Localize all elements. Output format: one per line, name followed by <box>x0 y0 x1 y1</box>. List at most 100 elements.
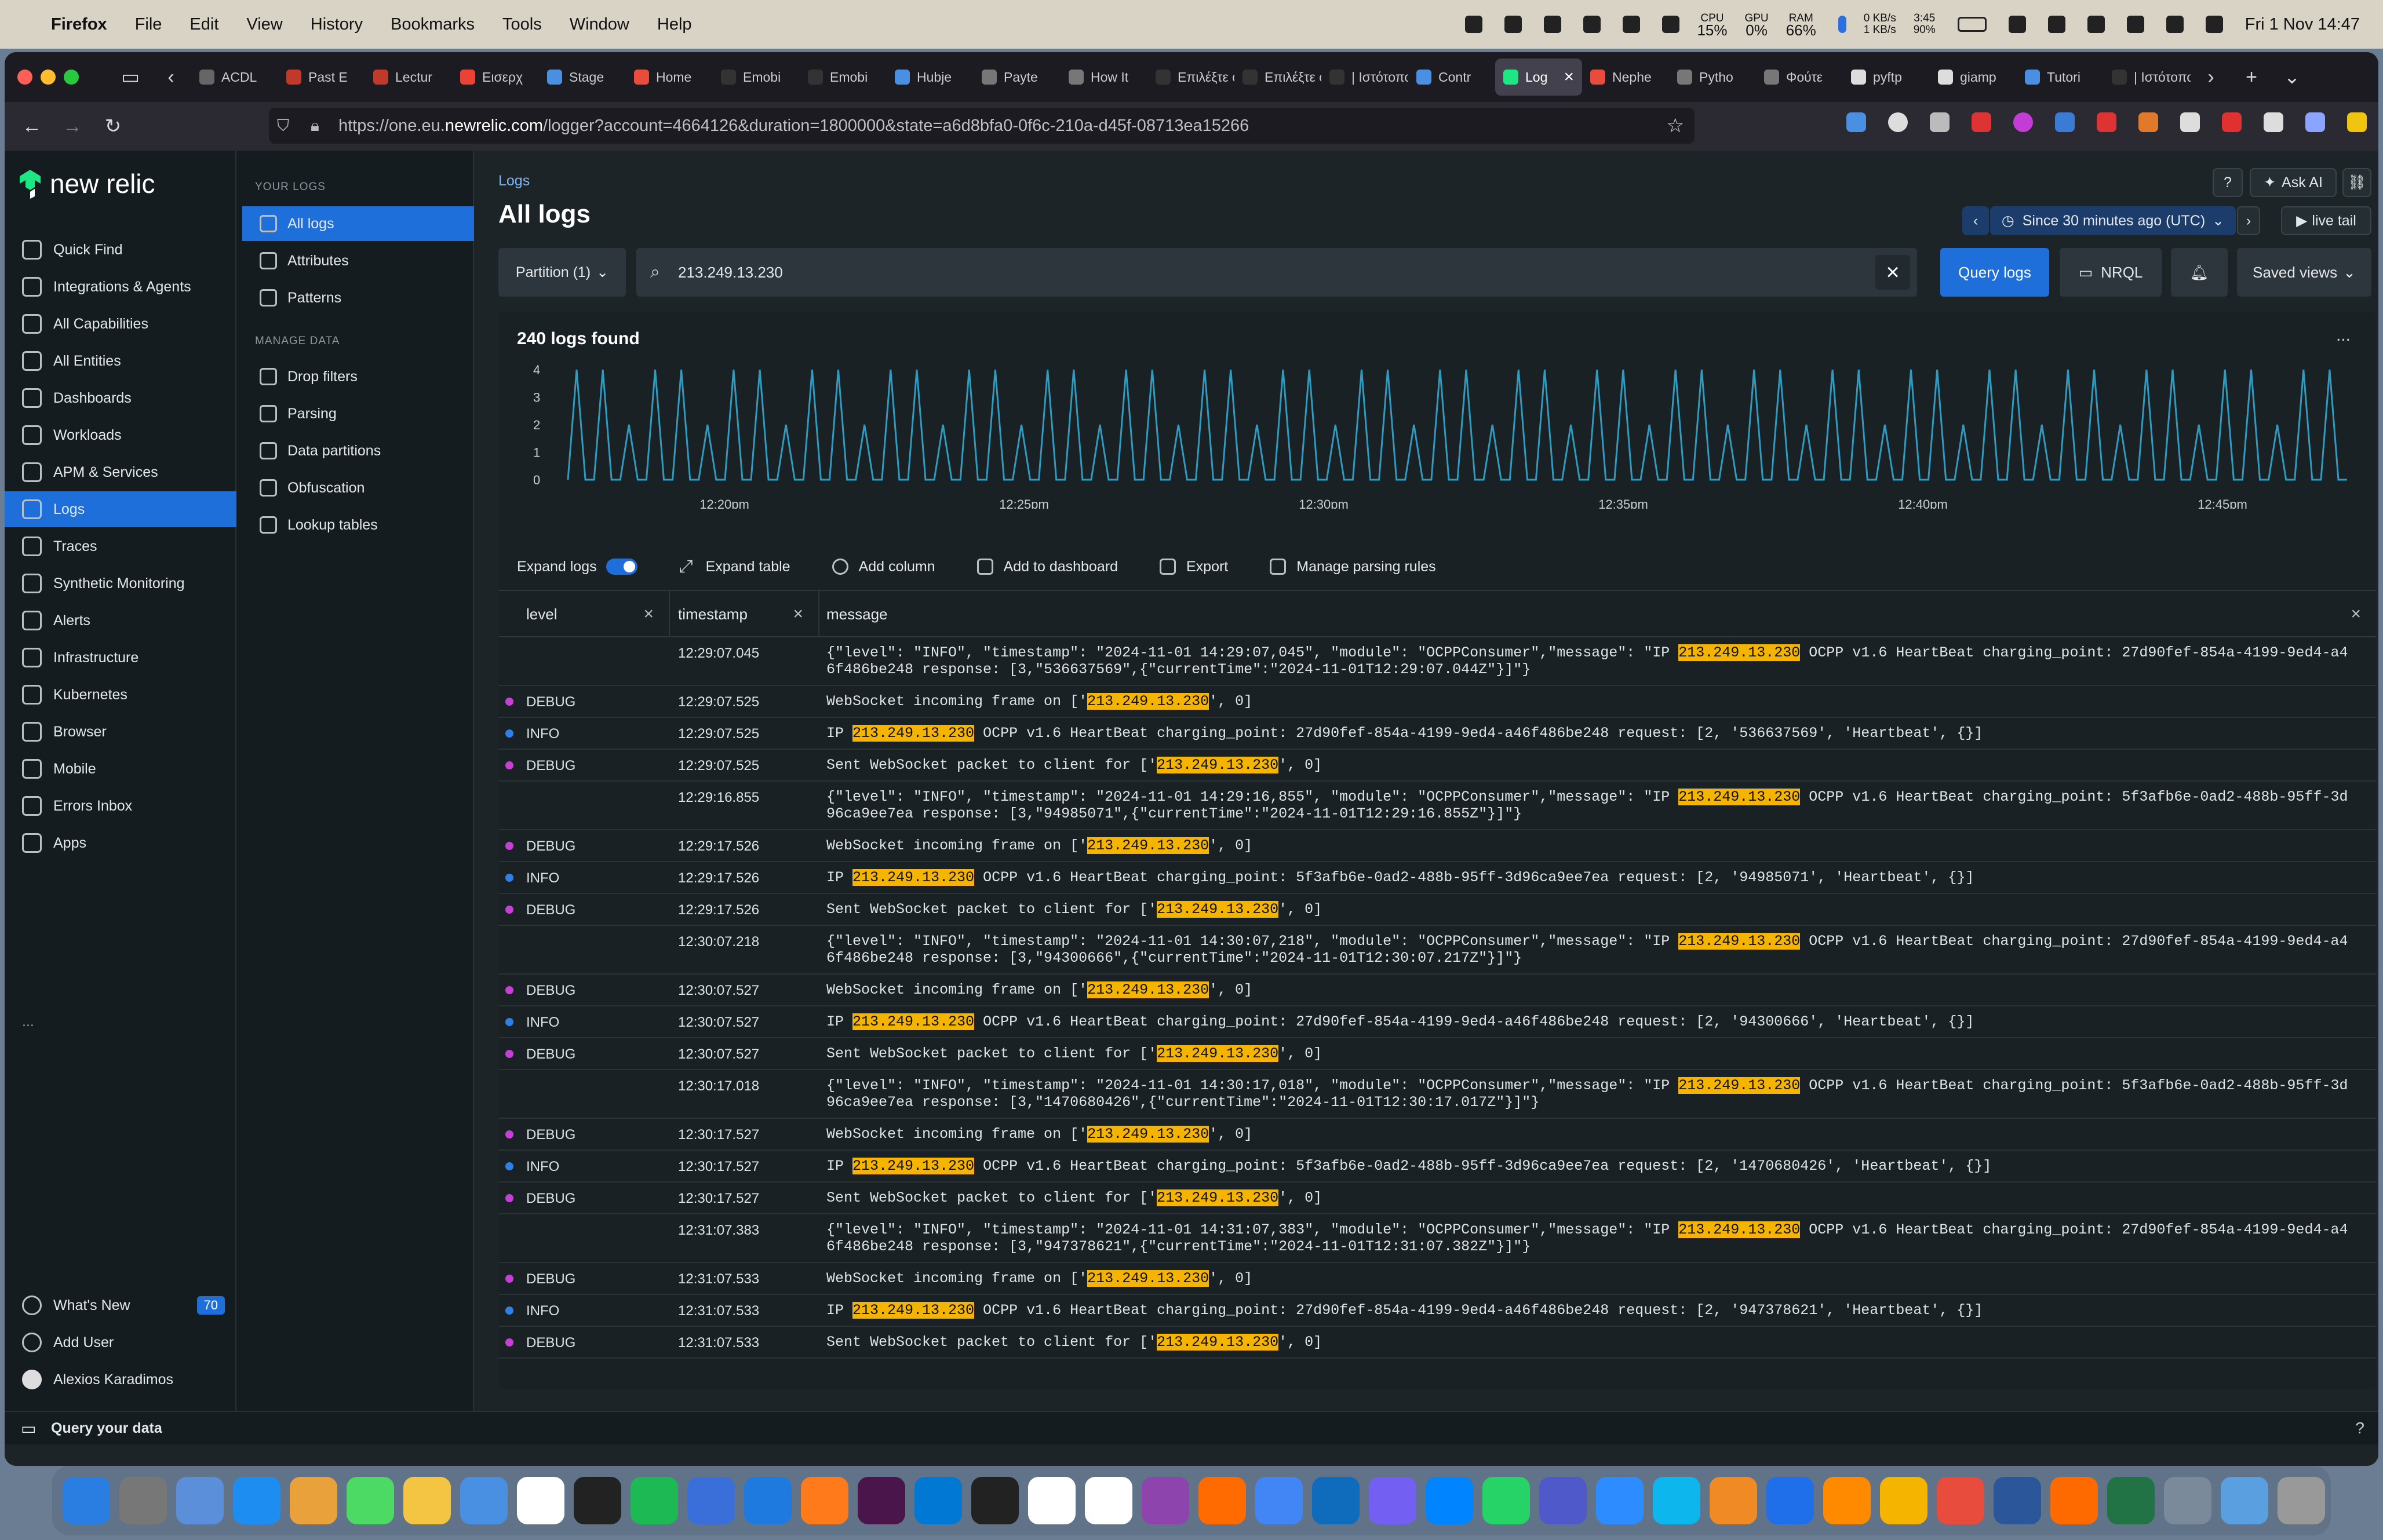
dock-app-icon[interactable] <box>687 1477 735 1524</box>
remove-column-icon[interactable]: × <box>2351 604 2361 624</box>
nav-item-traces[interactable]: Traces <box>5 528 236 564</box>
time-range-picker[interactable]: ◷ Since 30 minutes ago (UTC) ⌄ <box>1990 206 2236 235</box>
more-options-icon[interactable]: ... <box>2336 326 2351 345</box>
bookmark-star-icon[interactable]: ☆ <box>1667 114 1684 137</box>
alert-bell-button[interactable]: 🔔︎ <box>2171 248 2228 297</box>
browser-tab[interactable]: | Ιστότοπο <box>1321 59 1408 96</box>
dock-app-icon[interactable] <box>744 1477 792 1524</box>
dock-app-icon[interactable] <box>1994 1477 2041 1524</box>
nav-add-user[interactable]: Add User <box>5 1324 236 1360</box>
nav-item-logs[interactable]: Logs <box>5 491 236 527</box>
dock-app-icon[interactable] <box>1937 1477 1984 1524</box>
query-your-data-bar[interactable]: ▭ Query your data ? <box>5 1411 2378 1444</box>
network-meter[interactable]: 0 KB/s 1 KB/s <box>1864 13 1896 36</box>
nav-item-synthetic-monitoring[interactable]: Synthetic Monitoring <box>5 565 236 601</box>
log-row[interactable]: 12:29:16.855 {"level": "INFO", "timestamp… <box>498 782 2376 830</box>
wifi-icon[interactable] <box>2166 16 2184 33</box>
log-row[interactable]: DEBUG 12:29:07.525 WebSocket incoming fram… <box>498 686 2376 718</box>
dock-app-icon[interactable] <box>971 1477 1019 1524</box>
log-row[interactable]: INFO 12:29:17.526 IP 213.249.13.230 OCPP v… <box>498 862 2376 894</box>
browser-tab[interactable]: Lectur <box>365 59 452 96</box>
nav-item-apps[interactable]: Apps <box>5 825 236 861</box>
nav-item-workloads[interactable]: Workloads <box>5 417 236 453</box>
browser-tab[interactable]: Past E <box>278 59 365 96</box>
live-tail-button[interactable]: ▶ live tail <box>2281 206 2371 235</box>
log-row[interactable]: DEBUG 12:30:17.527 Sent WebSocket packet t… <box>498 1183 2376 1214</box>
log-row[interactable]: 12:31:07.383 {"level": "INFO", "timestamp… <box>498 1214 2376 1263</box>
status-icon[interactable] <box>1504 16 1522 33</box>
dock-app-icon[interactable] <box>2164 1477 2211 1524</box>
status-icon[interactable] <box>2047 16 2065 33</box>
status-icon[interactable] <box>1465 16 1483 33</box>
dock-app-icon[interactable] <box>460 1477 508 1524</box>
dock-app-icon[interactable] <box>1312 1477 1360 1524</box>
log-row[interactable]: DEBUG 12:30:17.527 WebSocket incoming fram… <box>498 1119 2376 1151</box>
dock-app-icon[interactable] <box>1766 1477 1814 1524</box>
menu-icon[interactable] <box>2347 112 2367 132</box>
menu-view[interactable]: View <box>246 15 282 34</box>
battery-icon[interactable] <box>1957 17 1987 32</box>
dock-app-icon[interactable] <box>1426 1477 1473 1524</box>
nav-item-all-entities[interactable]: All Entities <box>5 343 236 379</box>
cloud-icon[interactable] <box>1583 16 1601 33</box>
copy-link-button[interactable]: ⛓︎ <box>2342 168 2371 197</box>
log-row[interactable]: 12:30:07.218 {"level": "INFO", "timestamp… <box>498 926 2376 975</box>
log-row[interactable]: 12:30:17.018 {"level": "INFO", "timestamp… <box>498 1070 2376 1119</box>
downloads-icon[interactable] <box>1846 112 1866 132</box>
nav-item-infrastructure[interactable]: Infrastructure <box>5 640 236 676</box>
log-row[interactable]: INFO 12:30:17.527 IP 213.249.13.230 OCPP v… <box>498 1151 2376 1183</box>
menu-history[interactable]: History <box>311 15 363 34</box>
column-header-level[interactable]: level × <box>498 591 670 637</box>
dock-app-icon[interactable] <box>1028 1477 1076 1524</box>
dock-app-icon[interactable] <box>1710 1477 1757 1524</box>
dock-app-icon[interactable] <box>2278 1477 2325 1524</box>
remove-column-icon[interactable]: × <box>643 604 654 624</box>
dock-app-icon[interactable] <box>1482 1477 1530 1524</box>
browser-tab[interactable]: Payte <box>974 59 1061 96</box>
extension-icon[interactable] <box>2138 112 2158 132</box>
log-row[interactable]: INFO 12:31:07.533 IP 213.249.13.230 OCPP v… <box>498 1295 2376 1327</box>
back-icon[interactable]: ← <box>12 115 52 138</box>
menu-window[interactable]: Window <box>570 15 629 34</box>
dock-app-icon[interactable] <box>1596 1477 1644 1524</box>
add-column-button[interactable]: Add column <box>832 559 935 575</box>
cloud-icon[interactable] <box>1662 16 1680 33</box>
nav-more[interactable]: ... <box>5 1003 236 1039</box>
help-icon[interactable]: ? <box>2355 1419 2364 1437</box>
nav-item-kubernetes[interactable]: Kubernetes <box>5 677 236 713</box>
browser-tab[interactable]: giamp <box>1930 59 2017 96</box>
time-next-button[interactable]: › <box>2237 206 2260 235</box>
log-row[interactable]: DEBUG 12:29:17.526 WebSocket incoming fram… <box>498 830 2376 862</box>
play-icon[interactable] <box>2087 16 2105 33</box>
dock-app-icon[interactable] <box>801 1477 848 1524</box>
dock-app-icon[interactable] <box>1255 1477 1303 1524</box>
extension-icon[interactable] <box>2180 112 2200 132</box>
column-header-timestamp[interactable]: timestamp × <box>670 591 819 637</box>
dock-app-icon[interactable] <box>63 1477 110 1524</box>
browser-tab[interactable]: Contr <box>1408 59 1495 96</box>
minimize-window-button[interactable] <box>41 70 56 85</box>
browser-tab[interactable]: Εισερχ <box>452 59 539 96</box>
help-button[interactable]: ? <box>2213 168 2243 197</box>
nav-item-mobile[interactable]: Mobile <box>5 751 236 787</box>
control-center-icon[interactable] <box>2205 16 2223 33</box>
dock-app-icon[interactable] <box>1539 1477 1587 1524</box>
log-row[interactable]: 12:29:07.045 {"level": "INFO", "timestamp… <box>498 637 2376 686</box>
menu-edit[interactable]: Edit <box>190 15 218 34</box>
nav-item-errors-inbox[interactable]: Errors Inbox <box>5 788 236 824</box>
tab-list-icon[interactable]: ⌄ <box>2272 65 2312 89</box>
breadcrumb[interactable]: Logs <box>498 173 530 189</box>
dock-app-icon[interactable] <box>574 1477 621 1524</box>
browser-tab[interactable]: Nephe <box>1582 59 1669 96</box>
subnav-item-obfuscation[interactable]: Obfuscation <box>242 470 474 505</box>
subnav-item-data-partitions[interactable]: Data partitions <box>242 433 474 468</box>
query-logs-button[interactable]: Query logs <box>1940 248 2049 297</box>
extension-icon[interactable] <box>2305 112 2325 132</box>
gpu-meter[interactable]: GPU 0% <box>1744 13 1768 38</box>
menu-tools[interactable]: Tools <box>502 15 542 34</box>
reload-icon[interactable]: ↻ <box>93 115 133 138</box>
tab-active[interactable]: Log × <box>1495 59 1582 96</box>
nav-user-profile[interactable]: Alexios Karadimos <box>5 1362 236 1397</box>
export-button[interactable]: Export <box>1159 559 1228 575</box>
url-bar[interactable]: ⛉ 🔒︎ https://one.eu. newrelic.com/logger?… <box>269 108 1695 144</box>
